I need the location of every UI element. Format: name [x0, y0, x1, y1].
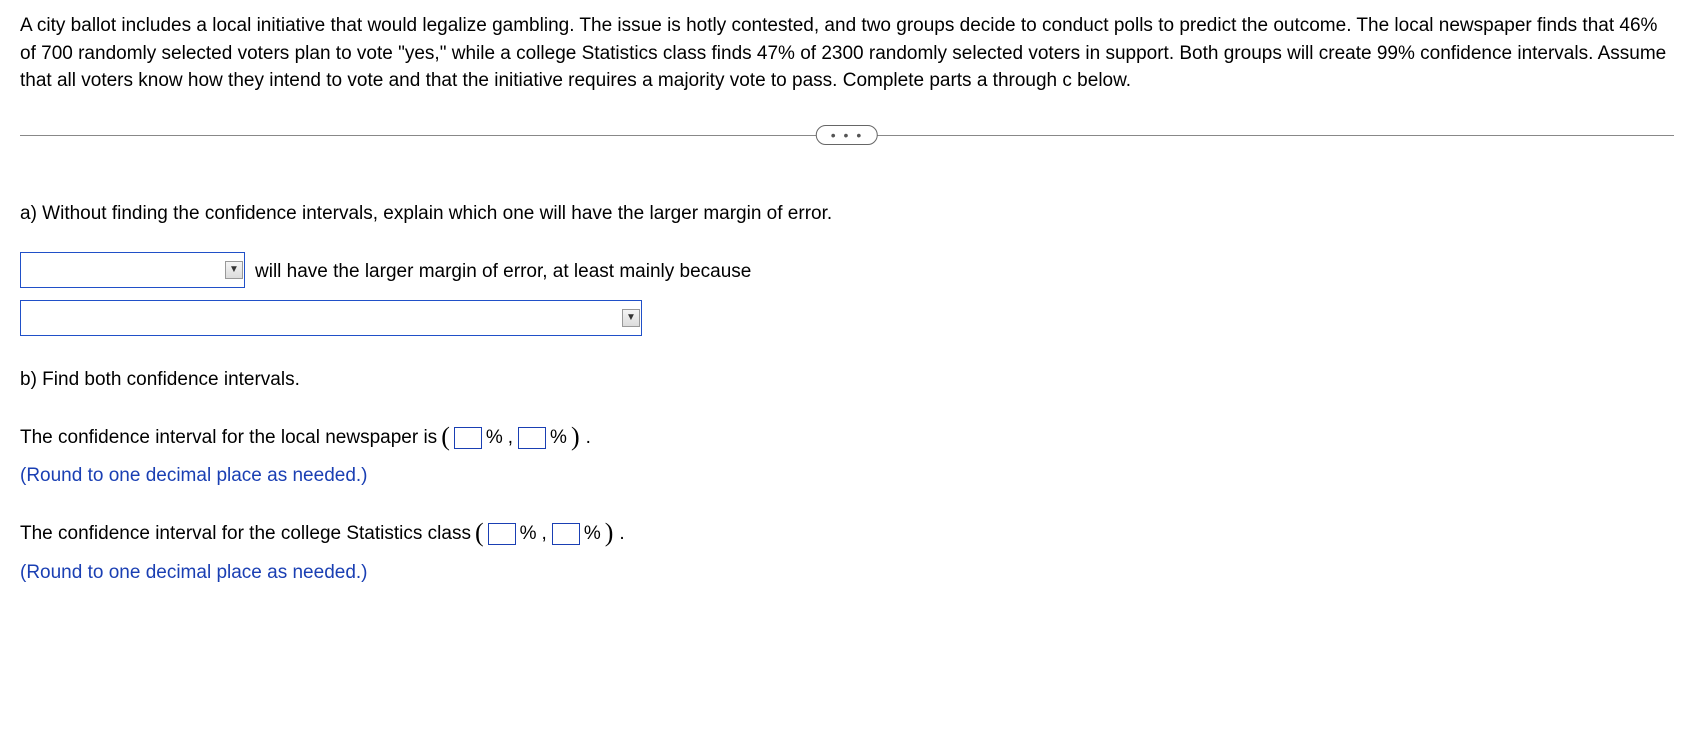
- percent-label: %: [520, 520, 537, 548]
- part-a-dropdown-group[interactable]: ▼: [20, 252, 245, 288]
- period-label: .: [586, 424, 591, 452]
- divider: • • •: [20, 125, 1674, 145]
- newspaper-label: The confidence interval for the local ne…: [20, 424, 437, 452]
- close-paren: ): [605, 514, 614, 552]
- newspaper-ci-line: The confidence interval for the local ne…: [20, 419, 1674, 457]
- percent-label: %: [486, 424, 503, 452]
- chevron-down-icon: ▼: [225, 261, 243, 279]
- chevron-down-icon: ▼: [622, 309, 640, 327]
- part-a-dropdown-reason[interactable]: ▼: [20, 300, 642, 336]
- part-a-row2: ▼: [20, 300, 1674, 336]
- percent-label: %: [584, 520, 601, 548]
- part-a-text-after: will have the larger margin of error, at…: [255, 252, 751, 286]
- open-paren: (: [475, 514, 484, 552]
- newspaper-ci-lower-input[interactable]: [454, 427, 482, 449]
- round-note-1: (Round to one decimal place as needed.): [20, 462, 1674, 490]
- comma-label: ,: [542, 520, 547, 548]
- comma-label: ,: [508, 424, 513, 452]
- problem-intro: A city ballot includes a local initiativ…: [20, 12, 1674, 95]
- stats-ci-line: The confidence interval for the college …: [20, 515, 1674, 553]
- open-paren: (: [441, 418, 450, 456]
- stats-ci-lower-input[interactable]: [488, 523, 516, 545]
- stats-label: The confidence interval for the college …: [20, 520, 471, 548]
- stats-ci-upper-input[interactable]: [552, 523, 580, 545]
- part-b-head: b) Find both confidence intervals.: [20, 366, 1674, 394]
- close-paren: ): [571, 418, 580, 456]
- newspaper-ci-upper-input[interactable]: [518, 427, 546, 449]
- period-label: .: [619, 520, 624, 548]
- round-note-2: (Round to one decimal place as needed.): [20, 559, 1674, 587]
- part-a-prompt: a) Without finding the confidence interv…: [20, 200, 1674, 228]
- percent-label: %: [550, 424, 567, 452]
- divider-badge[interactable]: • • •: [816, 125, 878, 145]
- part-a-row1: ▼ will have the larger margin of error, …: [20, 252, 1674, 288]
